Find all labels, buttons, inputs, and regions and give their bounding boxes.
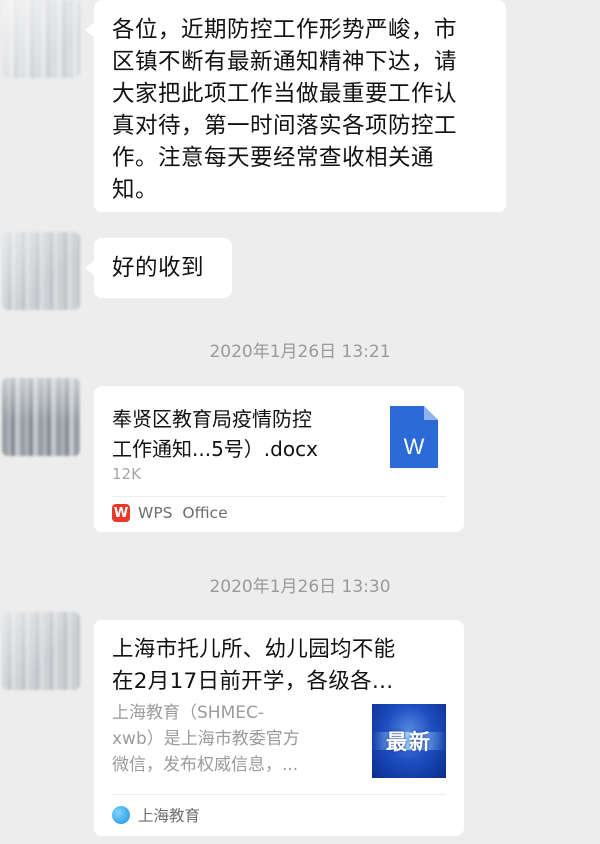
- file-name: 奉贤区教育局疫情防控 工作通知...5号）.docx: [112, 407, 318, 461]
- sender-avatar[interactable]: [2, 232, 80, 310]
- source-name: 上海教育: [138, 807, 201, 825]
- message-line: 知。: [112, 177, 159, 203]
- timestamp: 2020年1月26日 13:21: [209, 342, 391, 362]
- article-title: 上海市托儿所、幼儿园均不能 在2月17日前开学，各级各...: [112, 637, 396, 694]
- sender-avatar[interactable]: [2, 0, 80, 78]
- sender-avatar[interactable]: [2, 612, 80, 690]
- divider: [112, 794, 446, 795]
- article-card[interactable]: 上海市托儿所、幼儿园均不能 在2月17日前开学，各级各... 上海教育（SHME…: [94, 620, 464, 836]
- message-line: 大家把此项工作当做最重要工作认: [112, 81, 458, 107]
- article-description: 上海教育（SHMEC- xwb）是上海市教委官方 微信，发布权威信息，...: [112, 703, 300, 775]
- message-line: 真对待，第一时间落实各项防控工: [112, 113, 458, 139]
- word-document-icon: W: [390, 406, 438, 468]
- message-line: 区镇不断有最新通知精神下达，请: [112, 49, 458, 75]
- app-label: WPS Office: [138, 504, 228, 522]
- message-line: 作。注意每天要经常查收相关通: [112, 145, 435, 171]
- message-bubble[interactable]: 各位，近期防控工作形势严峻，市 区镇不断有最新通知精神下达，请 大家把此项工作当…: [85, 0, 506, 212]
- sender-avatar[interactable]: [2, 378, 80, 456]
- svg-text:W: W: [404, 434, 425, 459]
- divider: [112, 496, 446, 497]
- account-logo-icon: [112, 806, 130, 824]
- message-text: 好的收到: [112, 255, 205, 281]
- article-thumbnail: 最新: [372, 704, 446, 778]
- message-bubble[interactable]: 好的收到: [85, 238, 232, 298]
- thumbnail-text: 最新: [386, 730, 432, 754]
- message-line: 各位，近期防控工作形势严峻，市: [112, 17, 458, 43]
- file-card[interactable]: 奉贤区教育局疫情防控 工作通知...5号）.docx 12K W W WPS O…: [94, 386, 464, 532]
- wps-office-icon: W: [112, 504, 130, 522]
- timestamp: 2020年1月26日 13:30: [209, 577, 391, 597]
- file-size: 12K: [112, 465, 141, 483]
- file-source: W WPS Office: [112, 504, 228, 522]
- article-source: 上海教育: [112, 804, 200, 826]
